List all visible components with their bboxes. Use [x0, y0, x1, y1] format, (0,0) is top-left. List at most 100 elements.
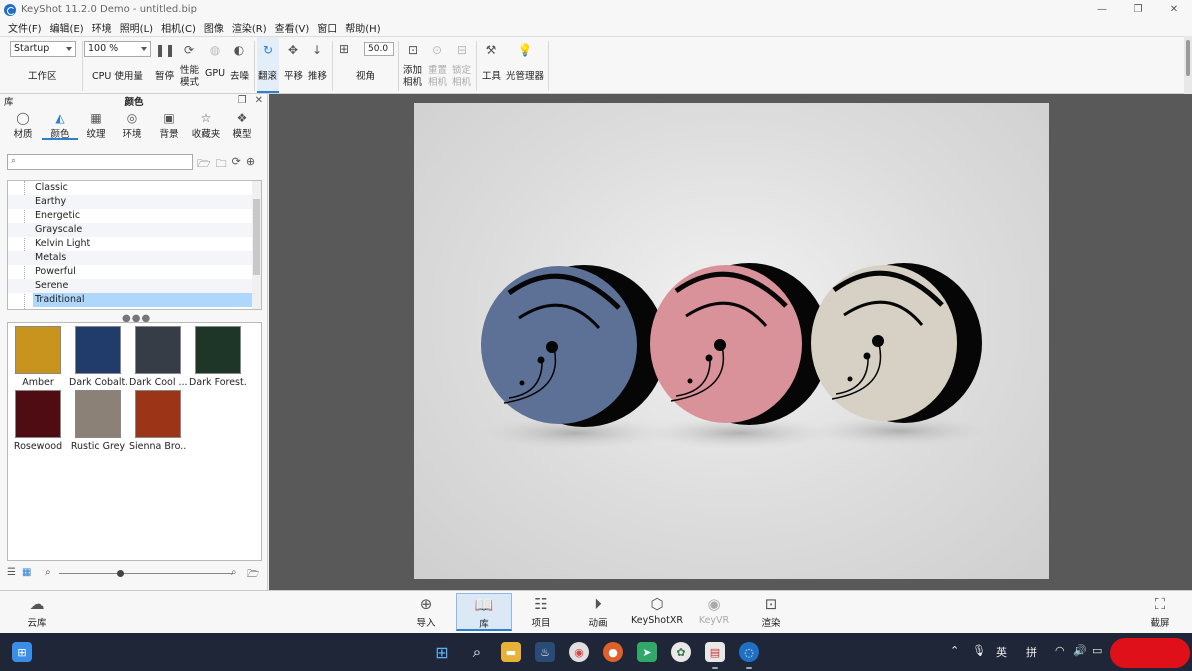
tab-models[interactable]: ❖ 模型 — [224, 110, 260, 140]
library-search-input[interactable]: ⌕ — [7, 154, 193, 170]
swatch-item[interactable]: Dark Cobalt... — [69, 326, 127, 388]
tools-icon[interactable]: ⚒ — [484, 43, 498, 57]
ime-mode[interactable]: 拼 — [1026, 644, 1037, 660]
swatch-item[interactable]: Sienna Bro... — [129, 390, 187, 452]
disc-pink — [650, 263, 829, 425]
toolbar-scrollbar[interactable] — [1184, 36, 1192, 94]
menu-view[interactable]: 查看(V) — [271, 20, 314, 35]
menu-edit[interactable]: 编辑(E) — [46, 20, 88, 35]
tab-materials[interactable]: ◯ 材质 — [5, 110, 41, 140]
project-button[interactable]: ☷ 项目 — [513, 593, 569, 631]
screenshot-button[interactable]: ⛶ 截屏 — [1132, 593, 1188, 631]
start-menu-icon[interactable]: ⊞ — [432, 642, 452, 662]
file-explorer-icon[interactable]: ▬ — [501, 642, 521, 662]
scrollbar-thumb[interactable] — [1186, 40, 1190, 76]
scrollbar-thumb[interactable] — [253, 199, 260, 275]
battery-icon[interactable]: ▭ — [1092, 644, 1102, 657]
swatch-item[interactable]: Rosewood — [9, 390, 67, 452]
tree-item-earthy[interactable]: Earthy — [8, 195, 252, 209]
add-folder-icon[interactable]: 🗁 — [197, 155, 211, 174]
cloud-library-button[interactable]: ☁ 云库 — [9, 593, 65, 631]
tree-item-metals[interactable]: Metals — [8, 251, 252, 265]
cpu-usage-dropdown[interactable]: 100 % — [84, 41, 151, 57]
app-green-icon[interactable]: ✿ — [671, 642, 691, 662]
tree-item-serene[interactable]: Serene — [8, 279, 252, 293]
swatch-item[interactable]: Dark Cool ... — [129, 326, 187, 388]
undock-icon[interactable]: ❐ — [238, 95, 247, 106]
animation-button[interactable]: ⏵ 动画 — [570, 593, 626, 631]
search-icon[interactable]: ⌕ — [467, 642, 487, 662]
chrome-icon[interactable]: ◉ — [569, 642, 589, 662]
tab-colors[interactable]: ◭ 颜色 — [42, 110, 78, 140]
restore-button[interactable]: ❐ — [1120, 0, 1156, 19]
ime-language[interactable]: 英 — [996, 644, 1007, 660]
color-chip — [135, 326, 181, 374]
tree-item-traditional[interactable]: Traditional — [33, 293, 252, 307]
menu-window[interactable]: 窗口 — [313, 20, 341, 35]
folder-icon[interactable]: 🗁 — [247, 567, 259, 584]
realtime-render[interactable] — [414, 103, 1049, 579]
locate-icon[interactable]: ⊕ — [246, 155, 255, 174]
import-button[interactable]: ⊕ 导入 — [398, 593, 454, 631]
tab-textures[interactable]: ▦ 纹理 — [78, 110, 114, 140]
menu-file[interactable]: 文件(F) — [4, 20, 46, 35]
volume-icon[interactable]: 🔊 — [1073, 644, 1087, 657]
reset-camera-icon[interactable]: ⊙ — [430, 43, 444, 57]
keyshot-taskbar-icon[interactable]: ◌ — [739, 642, 759, 662]
tree-item-kelvin-light[interactable]: Kelvin Light — [8, 237, 252, 251]
close-button[interactable]: ✕ — [1156, 0, 1192, 19]
lock-camera-icon[interactable]: ⊟ — [455, 43, 469, 57]
swatch-item[interactable]: Amber — [9, 326, 67, 388]
field-of-view-input[interactable]: 50.0 — [364, 42, 394, 56]
render-viewport[interactable] — [269, 94, 1192, 590]
close-panel-icon[interactable]: ✕ — [255, 95, 263, 106]
grid-view-icon[interactable]: ▦ — [22, 567, 31, 578]
swatch-item[interactable]: Dark Forest... — [189, 326, 247, 388]
microphone-icon[interactable]: 🎙 — [972, 644, 986, 657]
tray-overflow-icon[interactable]: ⌃ — [950, 644, 959, 657]
denoise-icon[interactable]: ◐ — [232, 43, 246, 57]
tree-item-grayscale[interactable]: Grayscale — [8, 223, 252, 237]
refresh-icon[interactable]: ⟳ — [232, 155, 241, 174]
windows-start-icon[interactable]: ⊞ — [12, 642, 32, 662]
tree-item-powerful[interactable]: Powerful — [8, 265, 252, 279]
tree-scrollbar[interactable] — [252, 181, 261, 309]
list-view-icon[interactable]: ☰ — [7, 567, 16, 578]
thumbnail-size-slider[interactable] — [59, 570, 233, 577]
folder-tools-icon[interactable]: 🗀 — [216, 155, 227, 174]
slider-thumb[interactable] — [116, 570, 124, 577]
workspace-dropdown[interactable]: Startup — [10, 41, 76, 57]
telegram-icon[interactable]: ➤ — [637, 642, 657, 662]
menu-environment[interactable]: 环境 — [88, 20, 116, 35]
minimize-button[interactable]: — — [1084, 0, 1120, 19]
swatch-item[interactable]: Rustic Grey — [69, 390, 127, 452]
app-orange-icon[interactable]: ● — [603, 642, 623, 662]
tree-item-classic[interactable]: Classic — [8, 181, 252, 195]
light-manager-icon[interactable]: 💡 — [518, 43, 533, 57]
keyshotxr-button[interactable]: ⬡ KeyShotXR — [628, 593, 686, 631]
zoom-out-icon[interactable]: ⌕ — [45, 567, 51, 578]
performance-mode-icon[interactable]: ⟳ — [182, 43, 196, 57]
menu-camera[interactable]: 相机(C) — [157, 20, 200, 35]
library-button[interactable]: 📖 库 — [456, 593, 512, 631]
dolly-icon[interactable]: ↓ — [310, 43, 324, 57]
render-button[interactable]: ⊡ 渲染 — [743, 593, 799, 631]
zoom-in-icon[interactable]: ⌕ — [231, 567, 237, 578]
menu-help[interactable]: 帮助(H) — [341, 20, 384, 35]
pan-icon[interactable]: ✥ — [286, 43, 300, 57]
add-camera-icon[interactable]: ⊡ — [406, 43, 420, 57]
tab-favorites[interactable]: ☆ 收藏夹 — [188, 110, 224, 140]
tab-environments[interactable]: ◎ 环境 — [114, 110, 150, 140]
pause-icon[interactable]: ❚❚ — [155, 43, 175, 57]
windows-taskbar: ⊞ ⊞ ⌕ ▬ ♨ ◉ ● ➤ ✿ ▤ ◌ ⌃ 🎙 英 拼 ◠ 🔊 ▭ — [0, 633, 1192, 671]
menu-image[interactable]: 图像 — [200, 20, 228, 35]
menu-lighting[interactable]: 照明(L) — [116, 20, 157, 35]
menu-render[interactable]: 渲染(R) — [228, 20, 271, 35]
app-editor-icon[interactable]: ▤ — [705, 642, 725, 662]
tab-backgrounds[interactable]: ▣ 背景 — [151, 110, 187, 140]
tree-item-energetic[interactable]: Energetic — [8, 209, 252, 223]
gpu-icon[interactable]: ◍ — [208, 43, 222, 57]
wifi-icon[interactable]: ◠ — [1055, 644, 1065, 657]
keyvr-button[interactable]: ◉ KeyVR — [686, 593, 742, 631]
steam-icon[interactable]: ♨ — [535, 642, 555, 662]
